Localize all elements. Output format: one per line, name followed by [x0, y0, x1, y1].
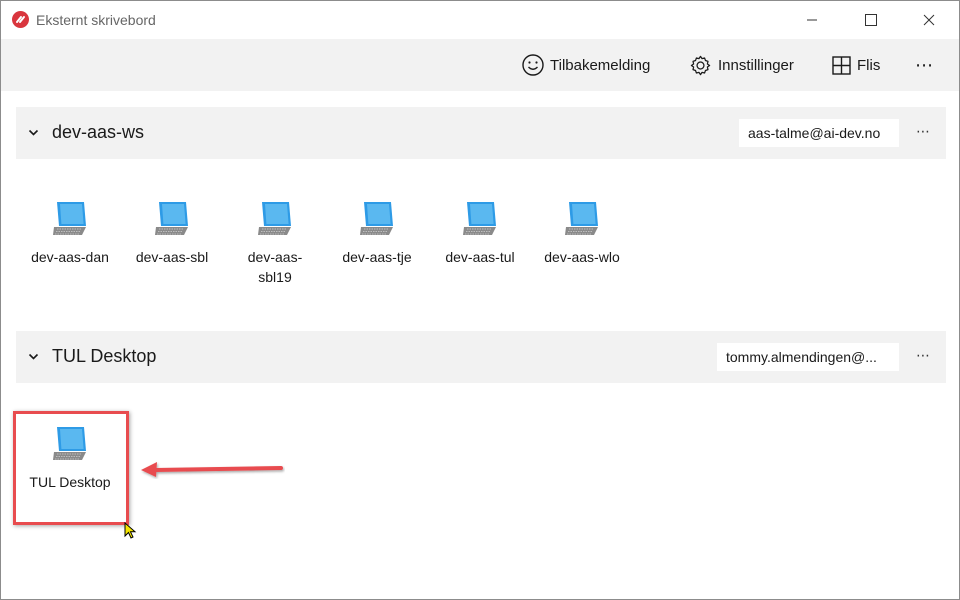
maximize-icon	[865, 14, 877, 26]
maximize-button[interactable]	[848, 1, 894, 39]
desktop-label: dev-aas-sbl	[135, 249, 209, 265]
gear-icon	[690, 55, 711, 75]
desktop-label: dev-aas-sbl19	[247, 249, 303, 285]
command-bar: Tilbakemelding Innstillinger Flis ⋯	[1, 39, 959, 91]
tiles-grid-icon	[832, 55, 851, 75]
workspace-account[interactable]: aas-talme@ai-dev.no	[739, 119, 899, 147]
workspace-title: TUL Desktop	[52, 346, 157, 366]
close-icon	[923, 14, 935, 26]
window-title: Eksternt skrivebord	[36, 12, 156, 28]
tiles-label: Flis	[857, 56, 881, 74]
workspace-more-button[interactable]: ⋯	[916, 123, 932, 140]
annotation-arrow-icon	[141, 462, 283, 477]
desktop-label: dev-aas-dan	[31, 249, 109, 265]
workspace-title: dev-aas-ws	[52, 122, 145, 142]
desktop-tile[interactable]: dev-aas-wlo	[532, 199, 632, 267]
desktop-tile[interactable]: dev-aas-dan	[20, 199, 120, 267]
minimize-button[interactable]	[789, 1, 835, 39]
close-button[interactable]	[906, 1, 952, 39]
workspace-account[interactable]: tommy.almendingen@...	[717, 343, 899, 371]
settings-label: Innstillinger	[718, 56, 794, 74]
workspace-group-header[interactable]: TUL Desktop tommy.almendingen@... ⋯	[16, 331, 946, 383]
desktop-label: dev-aas-tje	[342, 249, 412, 265]
workspace-group-header[interactable]: dev-aas-ws aas-talme@ai-dev.no ⋯	[16, 107, 946, 159]
desktop-tile[interactable]: dev-aas-tul	[430, 199, 530, 267]
remote-desktop-window: Eksternt skrivebord Tilbakemelding Innst…	[0, 0, 960, 600]
monitor-icon	[463, 202, 496, 235]
desktop-tile[interactable]: dev-aas-tje	[327, 199, 427, 267]
monitor-icon	[155, 202, 188, 235]
desktop-label: dev-aas-tul	[445, 249, 515, 265]
feedback-button[interactable]: Tilbakemelding	[522, 53, 650, 77]
desktop-label: dev-aas-wlo	[544, 249, 620, 265]
desktop-tile[interactable]: dev-aas-sbl19	[225, 199, 325, 287]
feedback-label: Tilbakemelding	[550, 56, 651, 74]
monitor-icon	[360, 202, 393, 235]
monitor-icon	[53, 202, 86, 235]
chevron-down-icon[interactable]	[28, 351, 39, 362]
highlight-box	[13, 411, 129, 525]
tiles-view-button[interactable]: Flis	[832, 53, 880, 77]
more-icon: ⋯	[915, 54, 934, 75]
monitor-icon	[565, 202, 598, 235]
remote-desktop-app-icon	[12, 11, 29, 28]
title-bar: Eksternt skrivebord	[1, 1, 959, 39]
settings-button[interactable]: Innstillinger	[689, 53, 794, 77]
chevron-down-icon[interactable]	[28, 127, 39, 138]
desktop-tile[interactable]: dev-aas-sbl	[122, 199, 222, 267]
smiley-icon	[522, 54, 544, 76]
workspace-more-button[interactable]: ⋯	[916, 347, 932, 364]
more-options-button[interactable]: ⋯	[915, 53, 934, 77]
minimize-icon	[807, 19, 817, 21]
monitor-icon	[258, 202, 291, 235]
mouse-cursor-icon	[124, 522, 137, 539]
